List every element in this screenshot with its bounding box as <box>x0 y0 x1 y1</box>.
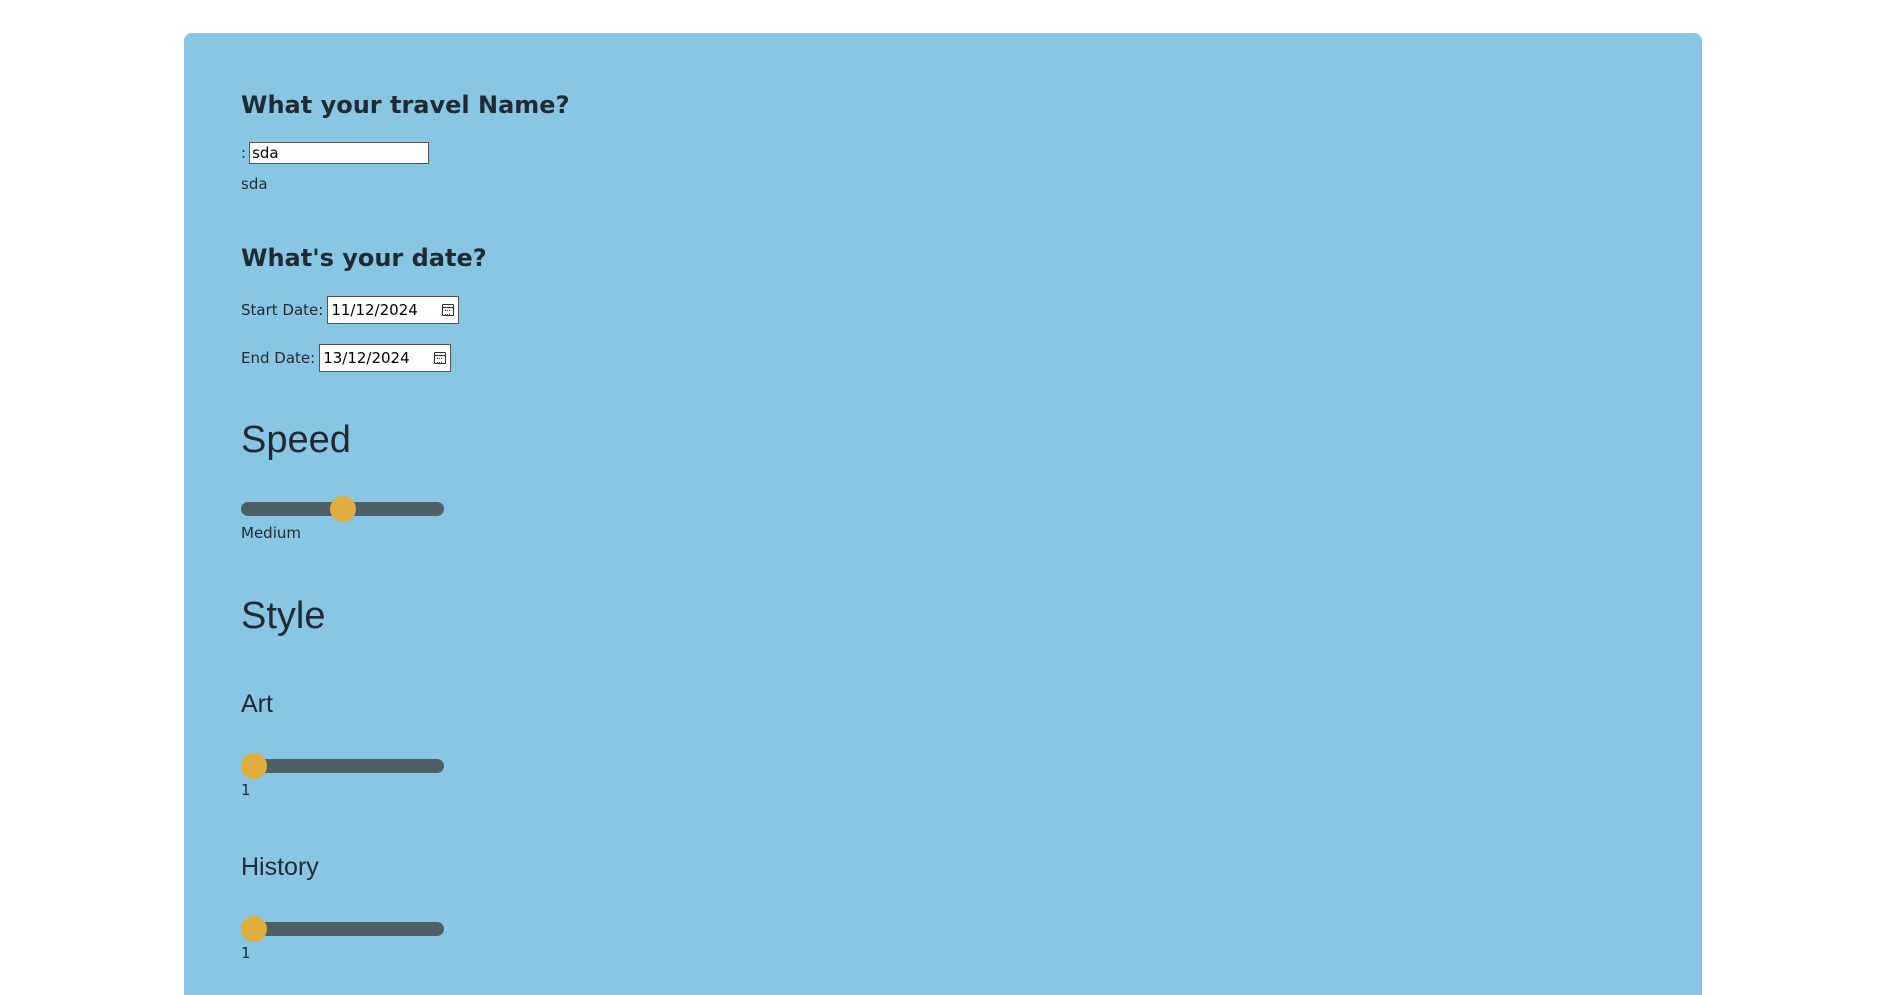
end-date-label: End Date: <box>241 349 316 367</box>
history-label: History <box>241 853 319 881</box>
travel-name-row: : <box>241 142 430 164</box>
history-slider[interactable] <box>241 916 444 942</box>
art-slider[interactable] <box>241 753 444 779</box>
travel-name-input[interactable] <box>249 142 430 164</box>
start-date-label: Start Date: <box>241 301 324 319</box>
end-date-row: End Date: 13/12/2024 <box>241 344 452 372</box>
start-date-input[interactable]: 11/12/2024 <box>327 296 460 324</box>
calendar-icon[interactable] <box>434 352 447 364</box>
speed-slider[interactable] <box>241 496 444 522</box>
art-label: Art <box>241 690 273 718</box>
speed-value-label: Medium <box>241 524 301 542</box>
art-slider-thumb[interactable] <box>241 753 267 779</box>
travel-name-heading: What your travel Name? <box>241 91 570 119</box>
start-date-value: 11/12/2024 <box>331 301 418 319</box>
end-date-value: 13/12/2024 <box>323 349 410 367</box>
date-heading: What's your date? <box>241 244 487 272</box>
travel-name-prefix: : <box>241 144 247 162</box>
calendar-icon[interactable] <box>442 304 455 316</box>
history-slider-thumb[interactable] <box>241 916 267 942</box>
style-heading: Style <box>241 595 326 637</box>
history-value: 1 <box>241 944 251 962</box>
speed-slider-thumb[interactable] <box>329 496 356 522</box>
start-date-row: Start Date: 11/12/2024 <box>241 296 460 324</box>
end-date-input[interactable]: 13/12/2024 <box>319 344 452 372</box>
travel-name-echo: sda <box>241 175 268 193</box>
travel-form-panel: What your travel Name? : sda What's your… <box>184 33 1702 995</box>
speed-heading: Speed <box>241 419 351 461</box>
art-value: 1 <box>241 781 251 799</box>
